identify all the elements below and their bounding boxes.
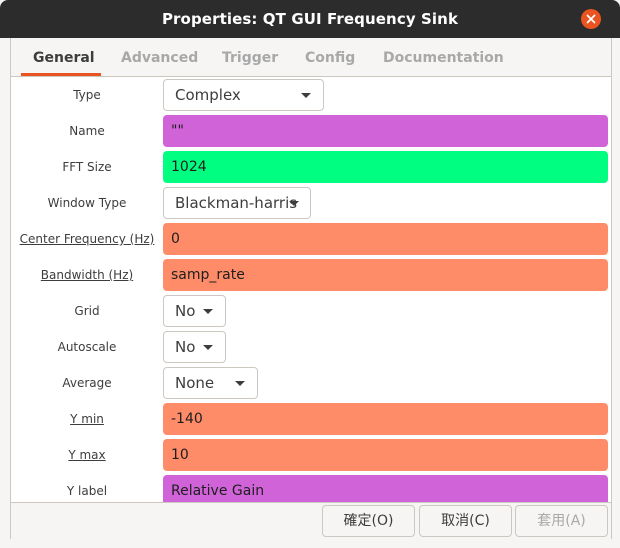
title-bar: Properties: QT GUI Frequency Sink [0, 0, 620, 38]
chevron-down-icon [289, 201, 299, 206]
chevron-down-icon [235, 381, 245, 386]
autoscale-label: Autoscale [57, 340, 117, 354]
chevron-down-icon [301, 93, 311, 98]
window-type-value: Blackman-harris [175, 194, 298, 212]
dialog-footer: 確定(O) 取消(C) 套用(A) [11, 502, 611, 539]
y-min-label: Y min [70, 412, 104, 426]
grid-dropdown[interactable]: No [163, 295, 226, 327]
fft-size-field[interactable]: 1024 [163, 151, 608, 183]
type-value: Complex [175, 86, 241, 104]
tab-general[interactable]: General [33, 50, 95, 66]
window-type-dropdown[interactable]: Blackman-harris [163, 187, 311, 219]
chevron-down-icon [203, 345, 213, 350]
y-max-label: Y max [68, 448, 106, 462]
y-max-field[interactable]: 10 [163, 439, 608, 471]
average-label: Average [62, 376, 112, 390]
y-label-label: Y label [66, 484, 108, 498]
type-label: Type [73, 88, 101, 102]
tab-bar: General Advanced Trigger Config Document… [11, 38, 611, 77]
cancel-button[interactable]: 取消(C) [419, 505, 512, 537]
active-tab-indicator [21, 73, 101, 76]
grid-value: No [175, 302, 196, 320]
apply-button[interactable]: 套用(A) [515, 505, 608, 537]
window-type-label: Window Type [47, 196, 127, 210]
chevron-down-icon [203, 309, 213, 314]
center-frequency-field[interactable]: 0 [163, 223, 608, 255]
grid-label: Grid [74, 304, 100, 318]
bandwidth-field[interactable]: samp_rate [163, 259, 608, 291]
close-button[interactable] [581, 9, 601, 29]
name-field[interactable]: "" [163, 115, 608, 147]
autoscale-value: No [175, 338, 196, 356]
window-title: Properties: QT GUI Frequency Sink [161, 10, 459, 28]
close-icon [586, 14, 596, 24]
autoscale-dropdown[interactable]: No [163, 331, 226, 363]
bandwidth-label: Bandwidth (Hz) [40, 268, 134, 282]
properties-dialog: General Advanced Trigger Config Document… [10, 38, 612, 539]
name-label: Name [69, 124, 105, 138]
average-dropdown[interactable]: None [163, 367, 258, 399]
tab-config[interactable]: Config [305, 50, 355, 66]
y-label-field[interactable]: Relative Gain [163, 475, 608, 502]
general-tab-panel: Type Complex Name "" FFT Size 1024 Windo… [11, 77, 611, 502]
tab-advanced[interactable]: Advanced [121, 50, 198, 66]
y-min-field[interactable]: -140 [163, 403, 608, 435]
type-dropdown[interactable]: Complex [163, 79, 324, 111]
ok-button[interactable]: 確定(O) [322, 505, 415, 537]
center-frequency-label: Center Frequency (Hz) [19, 232, 155, 246]
tab-documentation[interactable]: Documentation [383, 50, 504, 66]
fft-size-label: FFT Size [62, 160, 112, 174]
tab-trigger[interactable]: Trigger [222, 50, 278, 66]
average-value: None [175, 374, 215, 392]
